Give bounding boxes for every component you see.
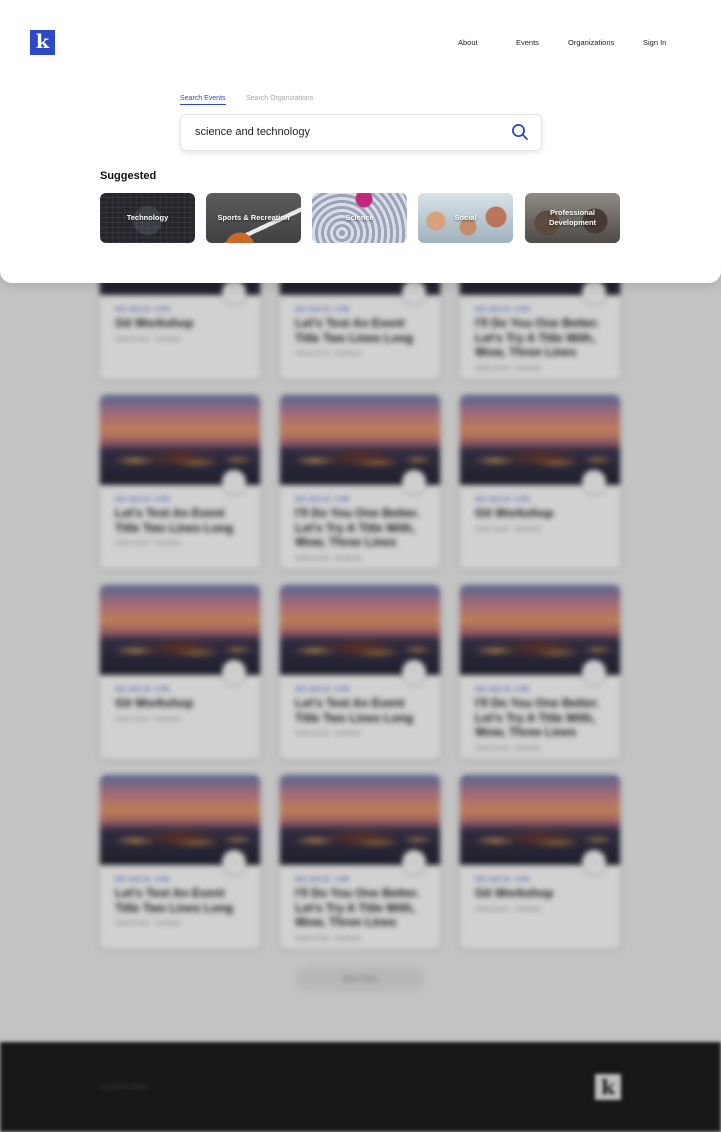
search-box	[180, 114, 542, 151]
search-input[interactable]	[195, 124, 495, 140]
nav-sign-in[interactable]: Sign In	[643, 38, 666, 47]
kommi-logo[interactable]: k	[30, 30, 55, 55]
category-technology[interactable]: Technology	[100, 193, 195, 243]
category-professional-development[interactable]: Professional Development	[525, 193, 620, 243]
tab-search-events[interactable]: Search Events	[180, 95, 226, 105]
suggested-categories: Technology Sports & Recreation Science S…	[100, 193, 620, 243]
category-label: Professional Development	[548, 207, 597, 228]
category-sports-recreation[interactable]: Sports & Recreation	[206, 193, 301, 243]
category-label: Sports & Recreation	[217, 212, 290, 222]
search-icon[interactable]	[511, 123, 529, 141]
nav-about[interactable]: About	[458, 38, 478, 47]
category-label: Technology	[126, 212, 169, 222]
category-science[interactable]: Science	[312, 193, 407, 243]
search-panel: k About Events Organizations Sign In Sea…	[0, 0, 721, 283]
nav-organizations[interactable]: Organizations	[568, 38, 614, 47]
category-label: Social	[454, 212, 477, 222]
suggested-heading: Suggested	[100, 170, 157, 182]
category-social[interactable]: Social	[418, 193, 513, 243]
category-label: Science	[345, 212, 374, 222]
nav-events[interactable]: Events	[516, 38, 539, 47]
tab-search-organizations[interactable]: Search Organizations	[246, 95, 313, 104]
